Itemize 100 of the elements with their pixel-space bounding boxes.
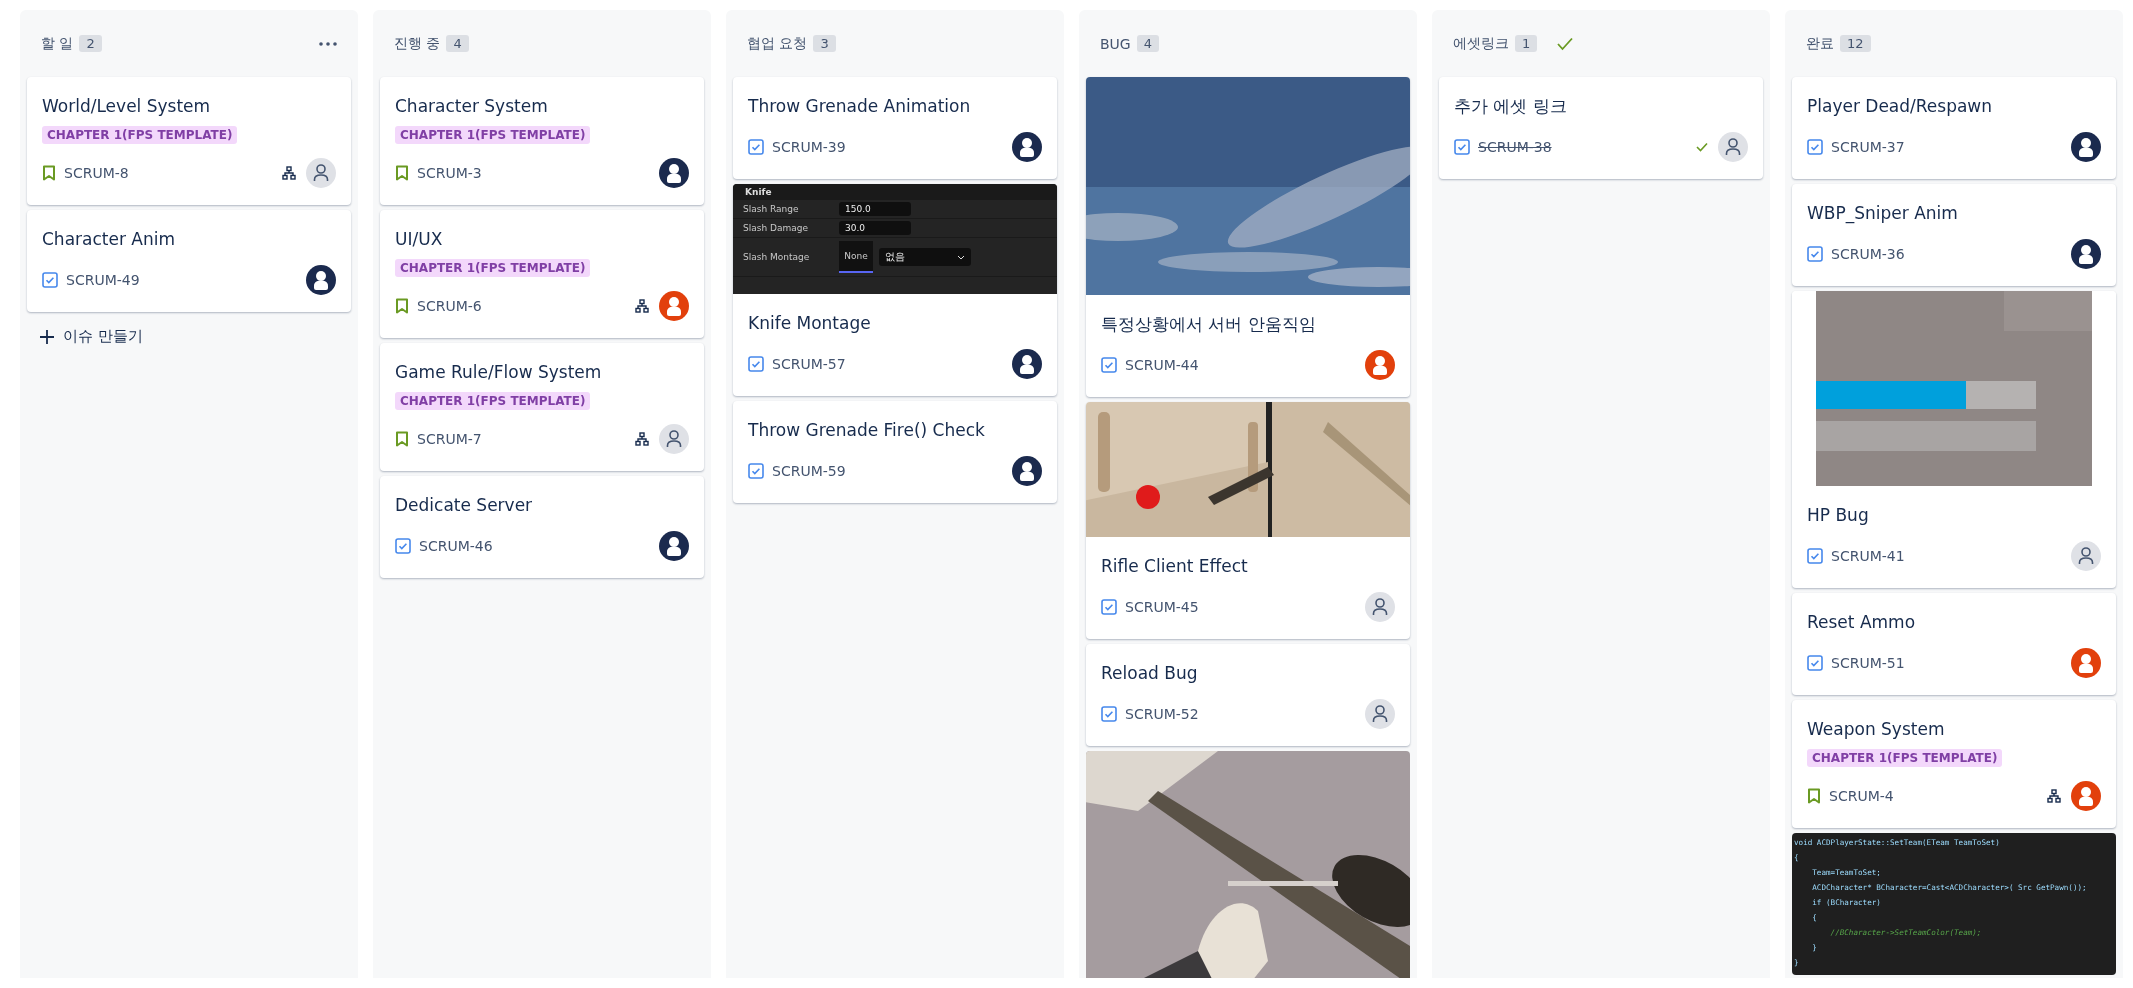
bookmark-icon	[395, 165, 409, 181]
issue-card[interactable]: Character System CHAPTER 1(FPS TEMPLATE) SCRUM-3	[380, 77, 704, 205]
issue-card[interactable]: UI/UX CHAPTER 1(FPS TEMPLATE) SCRUM-6	[380, 210, 704, 338]
checkbox-icon	[42, 272, 58, 288]
issue-title: Reset Ammo	[1807, 611, 1917, 634]
asset-thumbnail: None	[839, 241, 873, 273]
issue-key[interactable]: SCRUM-57	[772, 356, 846, 372]
issue-title: Character System	[395, 95, 549, 118]
column-title: 할 일	[41, 34, 74, 53]
issue-card[interactable]: Rifle Client Effect SCRUM-45	[1086, 402, 1410, 639]
checkbox-icon	[1454, 139, 1470, 155]
epic-label: CHAPTER 1(FPS TEMPLATE)	[42, 126, 238, 144]
issue-key[interactable]: SCRUM-49	[66, 272, 140, 288]
unassigned-avatar-icon[interactable]	[1718, 132, 1748, 162]
avatar-icon[interactable]	[659, 158, 689, 188]
issue-card[interactable]: Throw Grenade Animation SCRUM-39	[733, 77, 1057, 179]
section-title: Knife	[733, 184, 1057, 200]
issue-key[interactable]: SCRUM-7	[417, 431, 482, 447]
avatar-icon[interactable]	[2071, 132, 2101, 162]
unassigned-avatar-icon[interactable]	[1365, 699, 1395, 729]
unassigned-avatar-icon[interactable]	[659, 424, 689, 454]
checkbox-icon	[748, 463, 764, 479]
issue-key[interactable]: SCRUM-59	[772, 463, 846, 479]
issue-card[interactable]: HP Bug SCRUM-41	[1792, 291, 2116, 588]
issue-card[interactable]: Player Dead/Respawn SCRUM-37	[1792, 77, 2116, 179]
checkbox-icon	[1101, 357, 1117, 373]
issue-key[interactable]: SCRUM-52	[1125, 706, 1199, 722]
avatar-icon[interactable]	[1012, 349, 1042, 379]
column-title: 완료	[1806, 34, 1834, 53]
issue-card[interactable]: Character Anim SCRUM-49	[27, 210, 351, 312]
issue-key[interactable]: SCRUM-41	[1831, 548, 1905, 564]
bookmark-icon	[395, 431, 409, 447]
issue-card[interactable]: World/Level System CHAPTER 1(FPS TEMPLATE) SCRUM-8	[27, 77, 351, 205]
issue-title: Character Anim	[42, 228, 177, 251]
issue-key[interactable]: SCRUM-39	[772, 139, 846, 155]
value-field: 150.0	[839, 202, 911, 216]
issue-key[interactable]: SCRUM-8	[64, 165, 129, 181]
issue-title: Weapon System	[1807, 718, 1946, 741]
unassigned-avatar-icon[interactable]	[2071, 541, 2101, 571]
issue-card[interactable]: Game Rule/Flow System CHAPTER 1(FPS TEMPLATE) SCRUM-7	[380, 343, 704, 471]
issue-card[interactable]: 추가 에셋 링크 SCRUM-38	[1439, 77, 1763, 179]
bookmark-icon	[395, 298, 409, 314]
issue-card[interactable]: Weapon System CHAPTER 1(FPS TEMPLATE) SCRUM-4	[1792, 700, 2116, 828]
issue-count: 4	[1136, 35, 1159, 52]
issue-key[interactable]: SCRUM-4	[1829, 788, 1894, 804]
checkbox-icon	[1807, 139, 1823, 155]
issue-key[interactable]: SCRUM-37	[1831, 139, 1905, 155]
issue-card[interactable]: 특정상황에서 서버 안움직임 SCRUM-44	[1086, 77, 1410, 397]
create-issue-button[interactable]: 이슈 만들기	[27, 317, 155, 356]
check-icon	[1557, 36, 1574, 51]
more-icon	[319, 41, 337, 46]
issue-title: UI/UX	[395, 228, 444, 251]
issue-key[interactable]: SCRUM-44	[1125, 357, 1199, 373]
epic-label: CHAPTER 1(FPS TEMPLATE)	[395, 392, 591, 410]
checkbox-icon	[1807, 548, 1823, 564]
hierarchy-icon	[635, 432, 649, 446]
issue-title: World/Level System	[42, 95, 212, 118]
issue-title: 추가 에셋 링크	[1454, 95, 1568, 118]
issue-title: Throw Grenade Fire() Check	[748, 419, 986, 442]
issue-card[interactable]: WBP_Sniper Anim SCRUM-36	[1792, 184, 2116, 286]
unassigned-avatar-icon[interactable]	[306, 158, 336, 188]
issue-count: 1	[1515, 35, 1538, 52]
issue-key[interactable]: SCRUM-46	[419, 538, 493, 554]
issue-title: Player Dead/Respawn	[1807, 95, 1994, 118]
checkbox-icon	[1101, 599, 1117, 615]
issue-card[interactable]: Reset Ammo SCRUM-51	[1792, 593, 2116, 695]
value-field: 30.0	[839, 221, 911, 235]
issue-card[interactable]: Dedicate Server SCRUM-46	[380, 476, 704, 578]
avatar-icon[interactable]	[2071, 239, 2101, 269]
column-title: 에셋링크	[1453, 34, 1509, 53]
column-title: 협업 요청	[747, 34, 808, 53]
issue-title: Rifle Client Effect	[1101, 555, 1249, 578]
unassigned-avatar-icon[interactable]	[1365, 592, 1395, 622]
bookmark-icon	[1807, 788, 1821, 804]
issue-title: Game Rule/Flow System	[395, 361, 603, 384]
issue-card[interactable]: Reload Bug SCRUM-52	[1086, 644, 1410, 746]
issue-key[interactable]: SCRUM-38	[1478, 139, 1552, 155]
issue-title: 특정상황에서 서버 안움직임	[1101, 313, 1317, 336]
epic-label: CHAPTER 1(FPS TEMPLATE)	[395, 259, 591, 277]
issue-count: 4	[446, 35, 469, 52]
avatar-icon[interactable]	[306, 265, 336, 295]
epic-label: CHAPTER 1(FPS TEMPLATE)	[1807, 749, 2003, 767]
checkbox-icon	[1807, 655, 1823, 671]
issue-key[interactable]: SCRUM-36	[1831, 246, 1905, 262]
avatar-icon[interactable]	[659, 531, 689, 561]
issue-key[interactable]: SCRUM-3	[417, 165, 482, 181]
issue-title: Knife Montage	[748, 312, 872, 335]
issue-key[interactable]: SCRUM-6	[417, 298, 482, 314]
issue-title: WBP_Sniper Anim	[1807, 202, 1959, 225]
bookmark-icon	[42, 165, 56, 181]
avatar-icon[interactable]	[1012, 456, 1042, 486]
issue-key[interactable]: SCRUM-51	[1831, 655, 1905, 671]
avatar-icon[interactable]	[1012, 132, 1042, 162]
column-title: 진행 중	[394, 34, 441, 53]
issue-title: Dedicate Server	[395, 494, 534, 517]
issue-key[interactable]: SCRUM-45	[1125, 599, 1199, 615]
checkbox-icon	[748, 356, 764, 372]
issue-card[interactable]: Throw Grenade Fire() Check SCRUM-59	[733, 401, 1057, 503]
issue-card[interactable]: Knife Slash Range 150.0 Slash Damage 30.0 Slash Montage None 없음 Knife Montage SCRUM-57	[733, 184, 1057, 396]
issue-count: 12	[1840, 35, 1871, 52]
